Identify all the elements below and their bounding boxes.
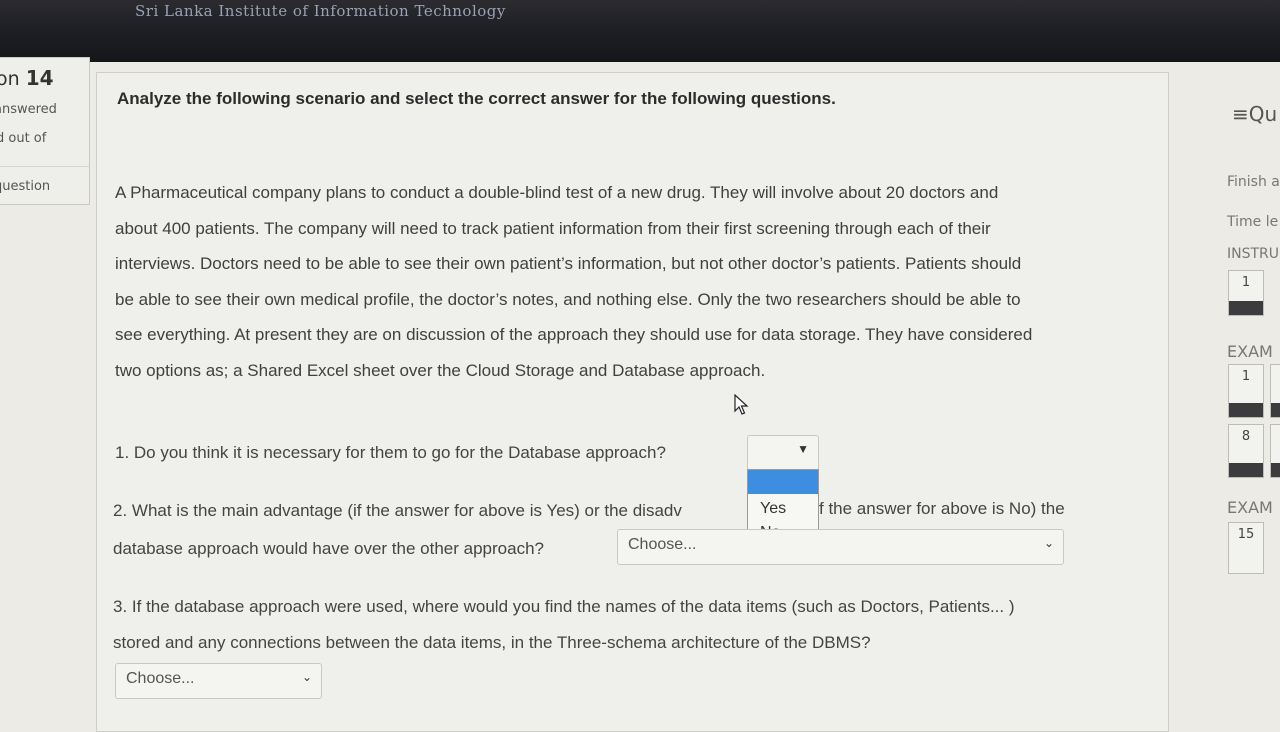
question-1-text: 1. Do you think it is necessary for them… [115, 443, 666, 462]
nav-question-button[interactable] [1270, 364, 1280, 418]
q2-answer-select[interactable]: Choose... ⌄ [617, 529, 1064, 565]
time-left-label: Time le [1227, 214, 1279, 230]
flag-question-link[interactable]: question [0, 179, 50, 194]
nav-question-button[interactable]: 1 [1228, 364, 1264, 418]
question-info-panel: on 14 answered d out of question [0, 57, 90, 205]
option-yes[interactable]: Yes [748, 498, 818, 522]
institution-name: Sri Lanka Institute of Information Techn… [135, 2, 506, 20]
scenario-line: interviews. Doctors need to be able to s… [115, 254, 1022, 273]
question-2-text-tail: f the answer for above is No) the [819, 499, 1065, 518]
question-3-text-start: 3. If the database approach were used, w… [113, 597, 1015, 616]
nav-question-button[interactable]: 15 [1228, 522, 1264, 574]
question-heading: Analyze the following scenario and selec… [117, 89, 836, 108]
exam-section-label: EXAM [1227, 498, 1273, 517]
nav-question-button[interactable]: 1 [1228, 270, 1264, 316]
question-number-prefix: on [0, 68, 20, 90]
chevron-down-icon: ⌄ [301, 670, 312, 684]
scenario-line: two options as; a Shared Excel sheet ove… [115, 360, 766, 380]
menu-icon[interactable]: ≡ [1232, 102, 1249, 126]
mouse-cursor-icon [734, 394, 749, 415]
question-marks: d out of [0, 131, 47, 146]
question-2-text-end: database approach would have over the ot… [113, 539, 544, 558]
question-2-text-start: 2. What is the main advantage (if the an… [113, 501, 682, 520]
top-bar: Sri Lanka Institute of Information Techn… [0, 0, 1280, 62]
scenario-text: A Pharmaceutical company plans to conduc… [115, 175, 1135, 388]
quiz-navigation: ≡Qu Finish a Time le INSTRU 1 EXAM 1 8 E… [1200, 62, 1280, 720]
scenario-line: be able to see their own medical profile… [115, 289, 1021, 309]
option-blank[interactable] [748, 470, 818, 494]
finish-attempt-link[interactable]: Finish a [1227, 174, 1280, 190]
exam-section-label: EXAM [1227, 342, 1273, 361]
divider [0, 166, 89, 167]
nav-question-button[interactable] [1270, 424, 1280, 478]
question-number-value: 14 [25, 66, 54, 90]
question-card: Analyze the following scenario and selec… [96, 72, 1169, 732]
q2-selected-value: Choose... [628, 536, 697, 553]
scenario-line: see everything. At present they are on d… [115, 325, 1033, 344]
question-number: on 14 [0, 66, 54, 90]
chevron-down-icon: ▼ [797, 442, 809, 456]
quiz-nav-title: Qu [1248, 102, 1278, 126]
question-3-text-end: stored and any connections between the d… [113, 633, 871, 652]
q1-answer-select[interactable]: ▼ [747, 435, 819, 471]
instructions-label: INSTRU [1227, 246, 1280, 262]
chevron-down-icon: ⌄ [1043, 536, 1054, 550]
nav-question-button[interactable]: 8 [1228, 424, 1264, 478]
quiz-nav-header: ≡Qu [1232, 102, 1277, 126]
q3-selected-value: Choose... [126, 670, 195, 687]
q3-answer-select[interactable]: Choose... ⌄ [115, 663, 322, 699]
scenario-line: A Pharmaceutical company plans to conduc… [115, 183, 999, 202]
scenario-line: about 400 patients. The company will nee… [115, 218, 991, 238]
question-status: answered [0, 102, 57, 117]
